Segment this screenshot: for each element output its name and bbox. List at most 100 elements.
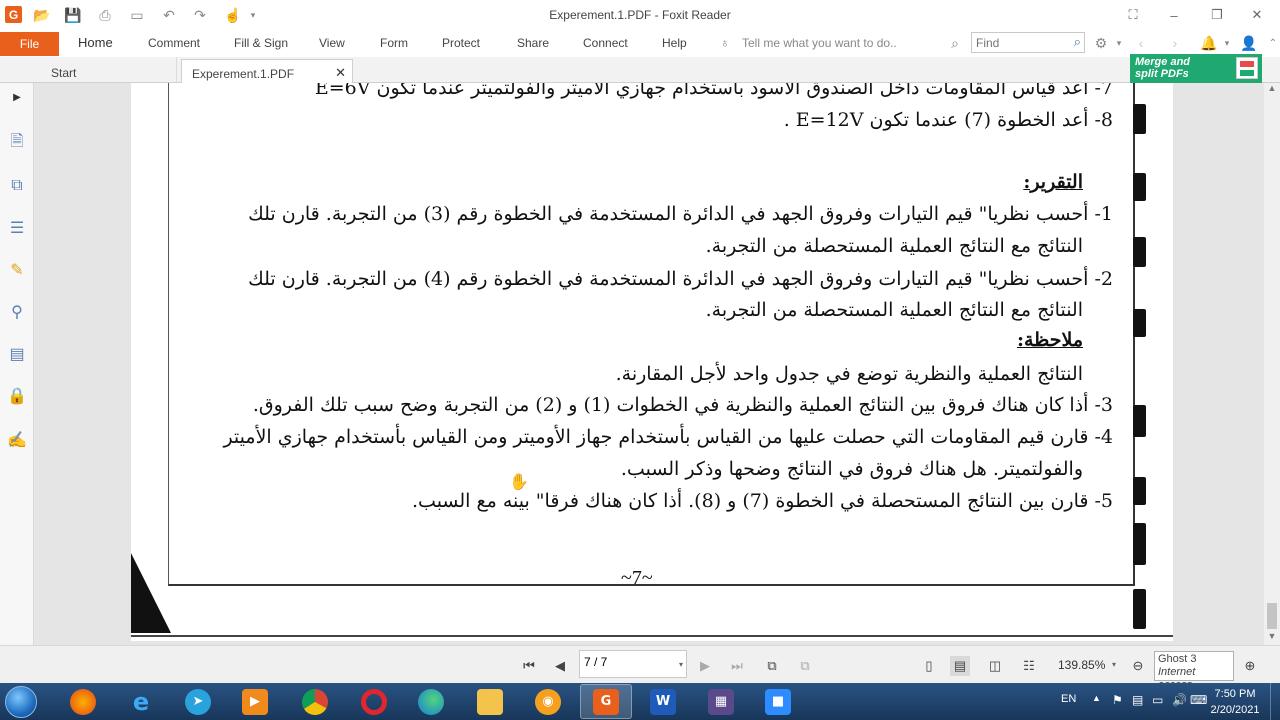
undo-icon[interactable]: ↶ (160, 6, 178, 24)
zoom-level[interactable]: 139.85% (1058, 658, 1105, 672)
folder-icon (477, 688, 503, 715)
pages-thumbnails-icon[interactable]: ⧉ (7, 176, 27, 196)
continuous-facing-view-icon[interactable]: ☷ (1019, 656, 1039, 676)
layers-icon[interactable]: ☰ (7, 218, 27, 238)
foxit-logo-icon[interactable]: G (5, 6, 22, 23)
save-icon[interactable]: 💾 (64, 6, 82, 24)
internet-explorer-app[interactable]: e (115, 684, 167, 719)
battery-icon[interactable]: ▭ (1152, 693, 1163, 707)
next-view-icon[interactable]: ⧉ (795, 656, 815, 676)
close-tab-icon[interactable]: ✕ (335, 65, 346, 81)
bookmarks-icon[interactable]: 🗎 (7, 133, 27, 153)
first-page-icon[interactable]: ⏮ (519, 656, 539, 676)
settings-gear-icon[interactable]: ⚙ (1092, 34, 1110, 52)
tab-home[interactable]: Home (78, 35, 113, 50)
tab-start[interactable]: Start (37, 57, 177, 83)
tray-expand-icon[interactable]: ▲ (1092, 693, 1101, 703)
tab-help[interactable]: Help (662, 36, 687, 50)
flag-icon[interactable]: ⚑ (1112, 693, 1123, 707)
redo-icon[interactable]: ↷ (191, 6, 209, 24)
tab-share[interactable]: Share (517, 36, 549, 50)
page-dropdown-icon[interactable]: ▾ (679, 660, 683, 669)
settings-chevron-icon[interactable]: ▾ (1110, 34, 1128, 52)
bell-chevron-icon[interactable]: ▾ (1218, 34, 1236, 52)
calculator-app[interactable]: ▦ (695, 684, 747, 719)
document-tab-bar: Start Experement.1.PDF ✕ (0, 57, 1280, 84)
zoom-app[interactable]: ■ (752, 684, 804, 719)
scrollbar-thumb[interactable] (1267, 603, 1277, 629)
firefox-app[interactable] (57, 684, 109, 719)
full-screen-icon[interactable]: ⛶ (1122, 4, 1144, 26)
binding-mark (1133, 237, 1146, 267)
edge-app[interactable] (405, 684, 457, 719)
next-page-icon[interactable]: ▶ (695, 656, 715, 676)
tab-connect[interactable]: Connect (583, 36, 628, 50)
foxit-reader-app[interactable]: ◉ (522, 684, 574, 719)
pdf-page: 7- أعد قياس المقاومات داخل الصندوق الأسو… (131, 83, 1173, 641)
next-result-icon[interactable]: › (1166, 34, 1184, 52)
media-player-app[interactable]: ▶ (229, 684, 281, 719)
last-page-icon[interactable]: ⏭ (727, 656, 747, 676)
hand-tool-icon[interactable]: ☝ (224, 6, 242, 24)
clock-time[interactable]: 7:50 PM (1206, 688, 1264, 700)
customize-chevron-icon[interactable]: ▾ (244, 6, 262, 24)
start-button[interactable] (5, 686, 37, 718)
scroll-down-arrow-icon[interactable]: ▼ (1264, 631, 1280, 645)
find-input[interactable] (976, 35, 1064, 50)
single-page-view-icon[interactable]: ▯ (919, 656, 939, 676)
zoom-in-icon[interactable]: ⊕ (1240, 656, 1260, 676)
attachments-icon[interactable]: ⚲ (7, 302, 27, 322)
zoom-video-icon: ■ (765, 688, 791, 715)
signature-icon[interactable]: ✍ (7, 430, 27, 450)
tab-protect[interactable]: Protect (442, 36, 480, 50)
tell-me-input[interactable]: Tell me what you want to do.. (742, 36, 897, 50)
print-icon[interactable]: ⎙ (96, 6, 114, 24)
doc-line-note: النتائج العملية والنظرية توضع في جدول وا… (615, 363, 1083, 385)
chrome-app[interactable] (289, 684, 341, 719)
previous-view-icon[interactable]: ⧉ (762, 656, 782, 676)
show-desktop-button[interactable] (1270, 683, 1280, 720)
tab-file[interactable]: File (0, 32, 59, 56)
file-explorer-app[interactable] (464, 684, 516, 719)
telegram-app[interactable]: ➤ (172, 684, 224, 719)
continuous-view-icon[interactable]: ▤ (950, 656, 970, 676)
language-bar-icon[interactable]: ⌨ (1190, 693, 1207, 707)
properties-icon[interactable]: ▭ (128, 6, 146, 24)
collapse-ribbon-icon[interactable]: ⌃ (1264, 34, 1280, 52)
facing-view-icon[interactable]: ◫ (985, 656, 1005, 676)
foxit-pdf-icon: G (593, 688, 619, 715)
tab-form[interactable]: Form (380, 36, 408, 50)
close-button[interactable]: ✕ (1246, 4, 1268, 26)
search-panel-icon[interactable]: ⌕ (946, 34, 964, 52)
account-icon[interactable]: 👤 (1240, 34, 1258, 52)
foxit-pdf-app-active[interactable]: G (580, 684, 632, 719)
maximize-button[interactable]: ❐ (1206, 4, 1228, 26)
content-icon[interactable]: ▤ (7, 344, 27, 364)
page-number-input[interactable] (584, 654, 664, 670)
zoom-dropdown-icon[interactable]: ▾ (1112, 660, 1116, 669)
network-icon[interactable]: ▤ (1132, 693, 1143, 707)
search-icon[interactable]: ⌕ (1074, 34, 1081, 50)
comments-icon[interactable]: ✎ (7, 260, 27, 280)
doc-heading-note: ملاحظة: (1016, 329, 1083, 351)
opera-app[interactable] (348, 684, 400, 719)
expand-panel-icon[interactable]: ▶ (7, 87, 27, 107)
clock-date[interactable]: 2/20/2021 (1206, 704, 1264, 716)
tab-comment[interactable]: Comment (148, 36, 200, 50)
word-app[interactable]: W (637, 684, 689, 719)
open-folder-icon[interactable]: 📂 (33, 6, 51, 24)
prev-result-icon[interactable]: ‹ (1132, 34, 1150, 52)
tab-document[interactable]: Experement.1.PDF ✕ (181, 59, 353, 84)
security-lock-icon[interactable]: 🔒 (7, 386, 27, 406)
volume-icon[interactable]: 🔊 (1172, 693, 1187, 707)
previous-page-icon[interactable]: ◀ (550, 656, 570, 676)
zoom-out-icon[interactable]: ⊖ (1128, 656, 1148, 676)
input-language[interactable]: EN (1061, 693, 1076, 705)
tab-view[interactable]: View (319, 36, 345, 50)
document-viewer[interactable]: 7- أعد قياس المقاومات داخل الصندوق الأسو… (35, 83, 1264, 645)
tab-fill-sign[interactable]: Fill & Sign (234, 36, 288, 50)
notification-bell-icon[interactable]: 🔔 (1200, 34, 1218, 52)
vertical-scrollbar[interactable]: ▲ ▼ (1264, 83, 1280, 645)
minimize-button[interactable]: – (1163, 4, 1185, 26)
scroll-up-arrow-icon[interactable]: ▲ (1264, 83, 1280, 97)
